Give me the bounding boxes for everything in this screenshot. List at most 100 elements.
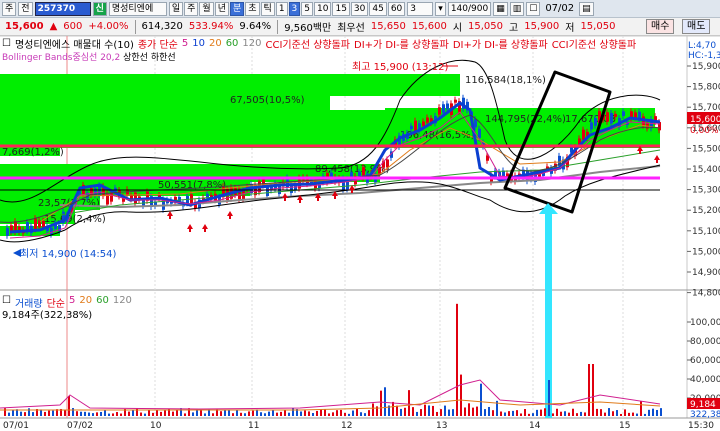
candle-body bbox=[90, 188, 93, 196]
buy-signal-stem bbox=[284, 198, 286, 201]
volume-bar bbox=[292, 408, 294, 416]
candle-body bbox=[410, 125, 413, 130]
candle-body bbox=[266, 187, 269, 197]
price-tick-label: 14,900 bbox=[692, 268, 720, 278]
volume-bar bbox=[580, 411, 582, 416]
volume-bar bbox=[472, 407, 474, 416]
buy-signal-stem bbox=[229, 216, 231, 219]
volume-bar bbox=[484, 409, 486, 416]
buy-signal-stem bbox=[317, 198, 319, 201]
price-legend: ☐ 명성티엔에스 매물대 수(10) 종가 단순 5 10 20 60 120 … bbox=[0, 36, 680, 51]
volume-bar bbox=[116, 412, 118, 416]
volume-bar bbox=[84, 411, 86, 416]
legend-di2[interactable]: DI+가 DI-를 상향돌파 bbox=[453, 36, 548, 51]
price-chart[interactable]: 67,505(10,5%) 7,669(1,2%) 89,458(13,9%) … bbox=[0, 0, 720, 431]
volume-bar bbox=[352, 410, 354, 416]
buy-signal-stem bbox=[299, 200, 301, 203]
candle-body bbox=[634, 112, 637, 118]
legend-cci[interactable]: CCI기준선 상향돌파 bbox=[266, 36, 351, 51]
buy-signal-arrow bbox=[202, 224, 208, 229]
volume-bar bbox=[132, 410, 134, 416]
profile-label: 7,669(1,2%) bbox=[2, 147, 64, 158]
legend-di[interactable]: DI+가 DI-를 상향돌파 bbox=[354, 36, 449, 51]
price-tick-label: 15,500 bbox=[692, 144, 720, 154]
volume-bar bbox=[224, 409, 226, 416]
volume-bar bbox=[232, 413, 234, 416]
profile-label: 144,795(22,4%) bbox=[485, 114, 566, 125]
volume-bar bbox=[332, 412, 334, 416]
volume-bar bbox=[488, 406, 490, 416]
volume-bar bbox=[512, 410, 514, 416]
legend-ma120[interactable]: 120 bbox=[242, 38, 261, 49]
price-tick-label: 14,800 bbox=[692, 289, 720, 299]
volume-bar bbox=[560, 411, 562, 416]
volume-bar bbox=[640, 401, 642, 416]
volume-current-tag-text: 9,184 bbox=[690, 400, 716, 410]
volume-bar bbox=[144, 413, 146, 416]
legend-ma-label[interactable]: 종가 단순 bbox=[138, 36, 178, 51]
legend-ma10[interactable]: 10 bbox=[192, 38, 205, 49]
buy-signal-stem bbox=[169, 216, 171, 219]
price-tick-label: 15,200 bbox=[692, 206, 720, 216]
volume-bar bbox=[584, 412, 586, 416]
candle-body bbox=[34, 218, 37, 230]
volume-bar bbox=[648, 409, 650, 416]
volume-bar bbox=[616, 410, 618, 416]
high-annotation: 최고 15,900 (13:12) bbox=[352, 61, 448, 73]
volume-bar bbox=[520, 413, 522, 416]
time-axis: 07/01 07/02 10 11 12 13 14 15 15:30 bbox=[3, 421, 714, 431]
volume-bar bbox=[384, 387, 386, 416]
volume-bar bbox=[268, 411, 270, 416]
vol-ma60[interactable]: 60 bbox=[96, 295, 109, 310]
volume-bar bbox=[468, 403, 470, 416]
legend-lower[interactable]: 하한선 bbox=[151, 53, 176, 63]
volume-bar bbox=[24, 412, 26, 416]
volume-bar bbox=[444, 405, 446, 416]
volume-bar bbox=[620, 413, 622, 416]
low-marker bbox=[13, 249, 21, 257]
volume-bars bbox=[4, 303, 662, 416]
volume-bar bbox=[336, 410, 338, 416]
volume-bar bbox=[500, 411, 502, 416]
volume-bar bbox=[300, 411, 302, 416]
candle-body bbox=[582, 129, 585, 140]
volume-bar bbox=[432, 405, 434, 416]
volume-bar bbox=[20, 411, 22, 416]
volume-bar bbox=[112, 413, 114, 416]
vol-ma120[interactable]: 120 bbox=[113, 295, 132, 310]
volume-bar bbox=[480, 383, 482, 416]
legend-bollinger[interactable]: Bollinger Bands중심선 20,2 bbox=[2, 53, 120, 63]
volume-bar bbox=[416, 411, 418, 416]
candle-body bbox=[438, 107, 441, 115]
volume-bar bbox=[540, 409, 542, 416]
volume-bar bbox=[152, 412, 154, 416]
price-tick-label: 15,900 bbox=[692, 62, 720, 72]
legend-ma20[interactable]: 20 bbox=[209, 38, 222, 49]
volume-bar bbox=[644, 413, 646, 416]
volume-bar bbox=[504, 412, 506, 416]
volume-bar bbox=[544, 408, 546, 416]
volume-bar bbox=[288, 412, 290, 416]
volume-bar bbox=[316, 410, 318, 416]
volume-bar bbox=[140, 412, 142, 416]
volume-bar bbox=[524, 409, 526, 416]
volume-bar bbox=[12, 409, 14, 416]
candle-body bbox=[350, 172, 353, 178]
volume-bar bbox=[148, 410, 150, 416]
legend-cci2[interactable]: CCI기준선 상향돌파 bbox=[552, 36, 637, 51]
time-label: 10 bbox=[150, 421, 162, 431]
volume-bar bbox=[372, 403, 374, 416]
volume-bar bbox=[104, 409, 106, 416]
time-label: 13 bbox=[436, 421, 447, 431]
legend-title[interactable]: 명성티엔에스 매물대 수(10) bbox=[15, 36, 134, 51]
buy-signal-arrow bbox=[227, 211, 233, 216]
volume-bar bbox=[272, 410, 274, 416]
legend-upper[interactable]: 상한선 bbox=[123, 53, 148, 63]
buy-signal-stem bbox=[189, 229, 191, 232]
legend-ma60[interactable]: 60 bbox=[226, 38, 239, 49]
volume-bar bbox=[120, 413, 122, 416]
volume-bar bbox=[88, 412, 90, 416]
collapse-icon[interactable]: ☐ bbox=[2, 38, 11, 49]
volume-bar bbox=[612, 411, 614, 416]
legend-ma5[interactable]: 5 bbox=[182, 38, 188, 49]
